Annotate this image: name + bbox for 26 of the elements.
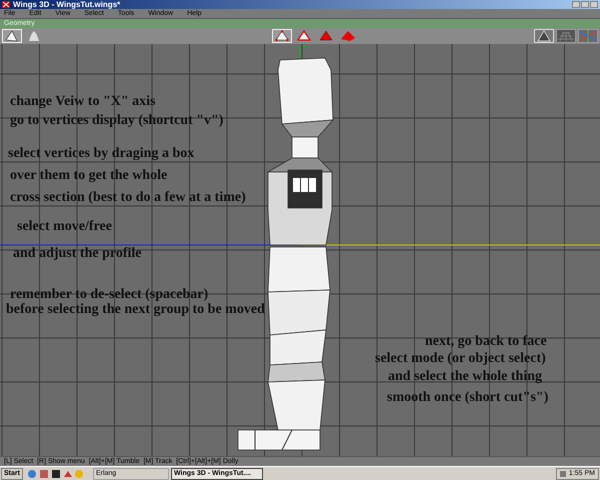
close-button[interactable] (590, 1, 598, 8)
annotation-text: smooth once (short cut"s") (387, 390, 548, 406)
app-icon (2, 1, 10, 8)
annotation-text: cross section (best to do a few at a time) (10, 190, 246, 206)
annotation-text: select move/free (17, 219, 112, 235)
annotation-text: select vertices by draging a box (8, 146, 194, 162)
annotation-text: next, go back to face (425, 334, 547, 350)
viewport[interactable] (0, 44, 600, 456)
minimize-button[interactable] (572, 1, 580, 8)
quick-launch-icons-drawing[interactable] (26, 468, 86, 478)
vertex-select-icon[interactable] (272, 29, 292, 43)
window-title: Wings 3D - WingsTut.wings* (13, 0, 120, 9)
annotation-text: and select the whole thing (388, 369, 542, 385)
annotation-text: go to vertices display (shortcut "v") (10, 113, 224, 129)
tray-icon[interactable] (560, 470, 566, 476)
shaded-view-icon[interactable] (534, 29, 554, 43)
annotation-text: before selecting the next group to be moved (6, 302, 265, 318)
pyramid-icon[interactable] (2, 29, 22, 43)
annotation-text: and adjust the profile (13, 246, 142, 262)
axes-icon[interactable] (578, 29, 598, 43)
annotation-text: over them to get the whole (10, 168, 168, 184)
annotation-text: remember to de-select (spacebar) (10, 287, 208, 303)
maximize-button[interactable] (581, 1, 589, 8)
annotation-text: select mode (or object select) (375, 351, 546, 367)
annotation-text: change Veiw to "X" axis (10, 94, 156, 110)
edge-select-icon[interactable] (294, 29, 314, 43)
